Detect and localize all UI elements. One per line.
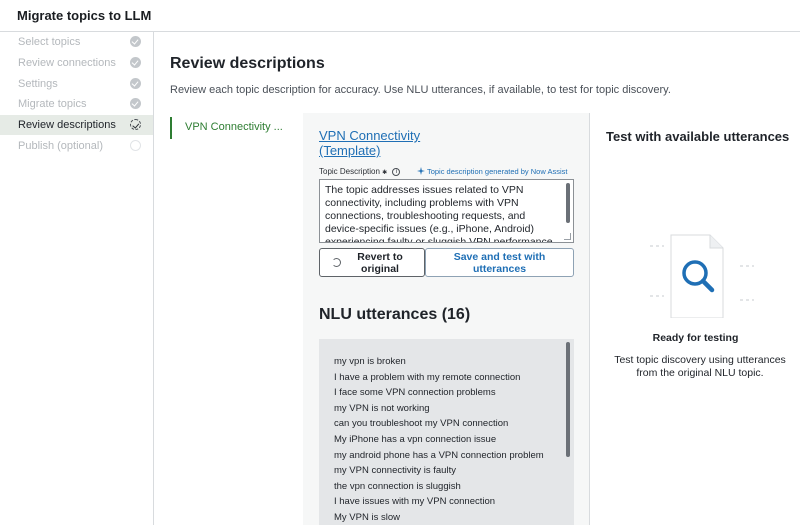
info-icon[interactable]: i [392, 167, 401, 176]
editor-card: VPN Connectivity (Template) Topic Descri… [303, 113, 589, 525]
description-label: Topic Description ✱ i [319, 167, 401, 176]
topic-list-item-selected[interactable]: VPN Connectivity ... [170, 117, 303, 139]
utterance-item: my VPN connectivity is faulty [334, 465, 456, 477]
check-circle-icon [130, 78, 141, 89]
ready-heading: Ready for testing [652, 332, 739, 344]
description-textarea[interactable]: The topic addresses issues related to VP… [319, 179, 574, 243]
ready-description: Test topic discovery using utterances fr… [614, 354, 786, 379]
step-select-topics[interactable]: Select topics [0, 32, 153, 52]
topic-name-link[interactable]: VPN Connectivity (Template) [319, 128, 420, 158]
topic-suffix: (Template) [319, 143, 381, 158]
generated-note-text: Topic description generated by Now Assis… [426, 167, 568, 176]
wizard-steps: Select topics Review connections Setting… [0, 32, 154, 525]
utterance-item: the vpn connection is sluggish [334, 480, 461, 492]
check-circle-icon [130, 57, 141, 68]
utterance-item: I face some VPN connection problems [334, 387, 496, 399]
topic-name: VPN Connectivity [319, 128, 421, 143]
utterance-item: My iPhone has a vpn connection issue [334, 433, 497, 445]
check-circle-icon [130, 98, 141, 109]
page-title: Review descriptions [170, 55, 325, 72]
resize-handle[interactable] [564, 233, 571, 240]
progress-circle-icon [130, 119, 141, 130]
description-editor-panel: VPN Connectivity (Template) Topic Descri… [303, 113, 589, 525]
description-text: The topic addresses issues related to VP… [325, 184, 556, 243]
undo-icon [332, 258, 341, 267]
search-document-icon [650, 234, 754, 318]
page-subtitle: Review each topic description for accura… [170, 84, 671, 96]
step-review-descriptions[interactable]: Review descriptions [0, 115, 153, 135]
utterance-item: my VPN is not working [334, 402, 430, 414]
generated-note: Topic description generated by Now Assis… [417, 167, 567, 176]
utterance-scrollbar[interactable] [566, 342, 570, 457]
textarea-scrollbar[interactable] [566, 183, 570, 223]
sparkle-icon [417, 167, 425, 175]
check-circle-icon [130, 36, 141, 47]
required-marker: ✱ [382, 170, 388, 176]
utterance-list: my vpn is broken I have a problem with my… [319, 339, 574, 525]
step-settings[interactable]: Settings [0, 74, 153, 94]
save-label: Save and test with utterances [453, 250, 546, 275]
test-title: Test with available utterances [606, 129, 790, 144]
step-review-connections[interactable]: Review connections [0, 53, 153, 73]
utterance-items: my vpn is broken I have a problem with my… [334, 354, 544, 526]
description-label-text: Topic Description [319, 167, 380, 176]
utterance-item: I have a problem with my remote connecti… [334, 371, 521, 383]
app-title: Migrate topics to LLM [17, 8, 152, 23]
test-panel: Test with available utterances Ready for… [589, 113, 800, 525]
step-migrate-topics[interactable]: Migrate topics [0, 94, 153, 114]
utterance-item: my android phone has a VPN connection pr… [334, 449, 544, 461]
utterance-item: can you troubleshoot my VPN connection [334, 418, 509, 430]
revert-button[interactable]: Revert to original [319, 248, 425, 277]
header-bar: Migrate topics to LLM [0, 0, 800, 32]
nlu-title: NLU utterances (16) [319, 306, 471, 323]
save-and-test-button[interactable]: Save and test with utterances [425, 248, 574, 277]
utterance-item: my vpn is broken [334, 356, 406, 367]
utterance-item: I have issues with my VPN connection [334, 496, 496, 508]
utterance-item: My VPN is slow [334, 511, 400, 523]
step-publish[interactable]: Publish (optional) [0, 136, 153, 156]
topic-list-label: VPN Connectivity ... [185, 121, 283, 133]
empty-circle-icon [130, 140, 141, 151]
